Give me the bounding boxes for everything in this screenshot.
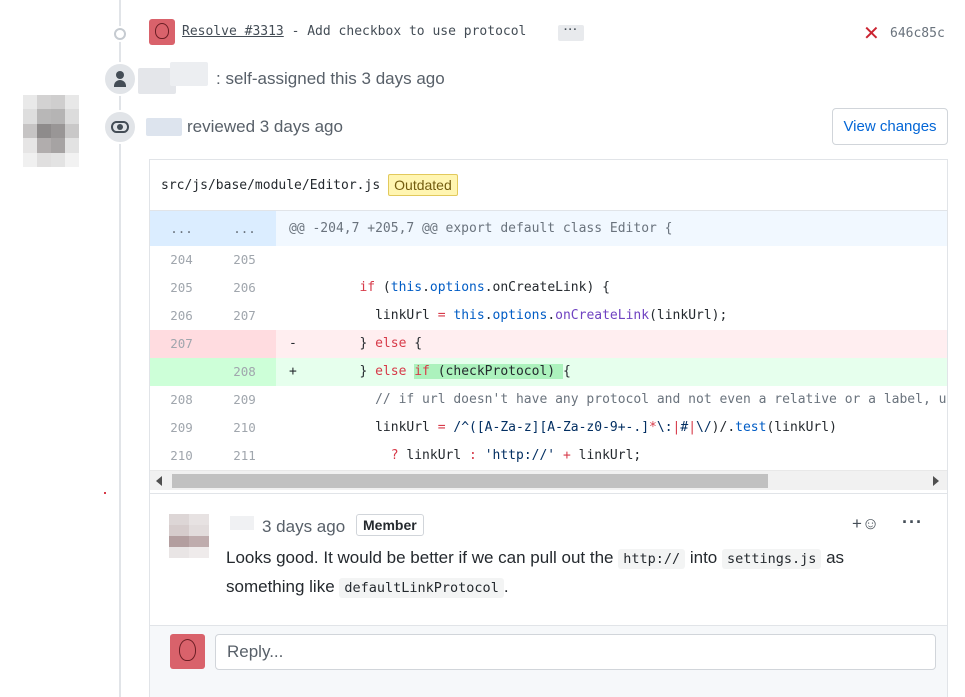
commit-sha-link[interactable]: 646c85c xyxy=(890,26,945,41)
comment-timestamp[interactable]: 3 days ago xyxy=(262,517,345,537)
diff-line-deleted: 207 - } else { xyxy=(150,330,947,358)
line-number-old[interactable]: 204 xyxy=(150,246,213,274)
line-number-old[interactable]: 207 xyxy=(150,330,213,358)
diff-line: 209 210 linkUrl = /^([A-Za-z][A-Za-z0-9+… xyxy=(150,414,947,442)
scrollbar-thumb[interactable] xyxy=(172,474,768,488)
line-number-new[interactable]: 209 xyxy=(213,386,276,414)
review-comment: 3 days ago Member +☺ ··· Looks good. It … xyxy=(150,493,947,628)
comment-text: . xyxy=(503,577,509,596)
diff-line: 205 206 if (this.options.onCreateLink) { xyxy=(150,274,947,302)
diff-line: 206 207 linkUrl = this.options.onCreateL… xyxy=(150,302,947,330)
line-number-new[interactable]: 210 xyxy=(213,414,276,442)
code-line: if (this.options.onCreateLink) { xyxy=(359,280,610,295)
reviewer-avatar[interactable] xyxy=(23,95,79,167)
line-number-new[interactable]: 205 xyxy=(213,246,276,274)
inline-code: http:// xyxy=(618,549,686,569)
member-badge: Member xyxy=(356,514,424,536)
reviewer-name-redacted[interactable] xyxy=(146,118,182,136)
comment-options-button[interactable]: ··· xyxy=(902,512,923,533)
diff-table: ... ... @@ -204,7 +205,7 @@ export defau… xyxy=(150,211,947,490)
self-assigned-text: : self-assigned this 3 days ago xyxy=(216,69,445,88)
line-number-old[interactable]: 206 xyxy=(150,302,213,330)
code-line: linkUrl = /^([A-Za-z][A-Za-z0-9+-.]*\:|#… xyxy=(289,420,837,435)
commit-message: Resolve #3313 - Add checkbox to use prot… xyxy=(182,24,526,39)
hunk-expand-right[interactable]: ... xyxy=(213,211,276,246)
assign-event-badge xyxy=(103,62,137,96)
assignee-name-redacted-2 xyxy=(170,62,208,86)
comment-body: Looks good. It would be better if we can… xyxy=(226,544,926,602)
line-number-new[interactable] xyxy=(213,330,276,358)
line-number-new[interactable]: 206 xyxy=(213,274,276,302)
comment-text: into xyxy=(685,548,722,567)
line-number-old[interactable]: 208 xyxy=(150,386,213,414)
comment-author-avatar[interactable] xyxy=(169,514,209,558)
diff-line: 210 211 ? linkUrl : 'http://' + linkUrl; xyxy=(150,442,947,470)
commit-icon xyxy=(112,26,128,42)
line-number-new[interactable]: 208 xyxy=(213,358,276,386)
line-number-new[interactable]: 207 xyxy=(213,302,276,330)
file-header: src/js/base/module/Editor.js Outdated xyxy=(150,160,947,211)
commit-author-avatar[interactable] xyxy=(149,19,175,45)
hunk-text: @@ -204,7 +205,7 @@ export default class… xyxy=(289,221,673,236)
line-number-old[interactable]: 209 xyxy=(150,414,213,442)
outdated-badge: Outdated xyxy=(388,174,458,196)
scroll-left-arrow-icon[interactable] xyxy=(156,476,162,486)
line-number-old[interactable]: 205 xyxy=(150,274,213,302)
review-comment-box: src/js/base/module/Editor.js Outdated ..… xyxy=(149,159,948,697)
diff-line: 208 209 // if url doesn't have any proto… xyxy=(150,386,947,414)
commit-event: Resolve #3313 - Add checkbox to use prot… xyxy=(0,0,965,64)
commit-message-link[interactable]: Resolve #3313 xyxy=(182,24,284,39)
person-icon xyxy=(112,71,128,87)
line-number-new[interactable]: 211 xyxy=(213,442,276,470)
add-reaction-button[interactable]: +☺ xyxy=(852,514,879,534)
current-user-avatar xyxy=(170,634,205,669)
horizontal-scrollbar[interactable] xyxy=(150,470,947,490)
timeline-line xyxy=(119,0,121,697)
reply-area: Reply... xyxy=(150,625,947,697)
diff-hunk-header[interactable]: ... ... @@ -204,7 +205,7 @@ export defau… xyxy=(150,211,947,246)
commit-message-rest[interactable]: - Add checkbox to use protocol xyxy=(284,24,527,39)
commit-expand-button[interactable]: ··· xyxy=(558,25,584,41)
comment-author-redacted[interactable] xyxy=(230,516,254,530)
hunk-expand-left[interactable]: ... xyxy=(150,211,213,246)
line-number-old[interactable] xyxy=(150,358,213,386)
reviewed-text: reviewed 3 days ago xyxy=(187,117,343,136)
diff-line-added: 208 + } else if (checkProtocol) { xyxy=(150,358,947,386)
code-line: // if url doesn't have any protocol and … xyxy=(375,392,947,407)
inline-code: settings.js xyxy=(721,549,822,569)
ci-failed-icon[interactable]: ✕ xyxy=(863,21,880,46)
code-line: - } else { xyxy=(289,336,423,351)
code-line: ? linkUrl : 'http://' + linkUrl; xyxy=(390,448,642,463)
code-line: linkUrl = this.options.onCreateLink(link… xyxy=(289,308,728,323)
code-line: + } else if (checkProtocol) { xyxy=(289,364,571,379)
diff-line: 204 205 xyxy=(150,246,947,274)
line-number-old[interactable]: 210 xyxy=(150,442,213,470)
stray-dot xyxy=(104,492,106,494)
scroll-right-arrow-icon[interactable] xyxy=(933,476,939,486)
eye-icon xyxy=(111,121,129,133)
inline-code: defaultLinkProtocol xyxy=(339,578,504,598)
view-changes-button[interactable]: View changes xyxy=(832,108,948,145)
review-event-badge xyxy=(103,110,137,144)
file-path[interactable]: src/js/base/module/Editor.js xyxy=(161,178,380,193)
comment-text: Looks good. It would be better if we can… xyxy=(226,548,619,567)
reply-input[interactable]: Reply... xyxy=(215,634,936,670)
